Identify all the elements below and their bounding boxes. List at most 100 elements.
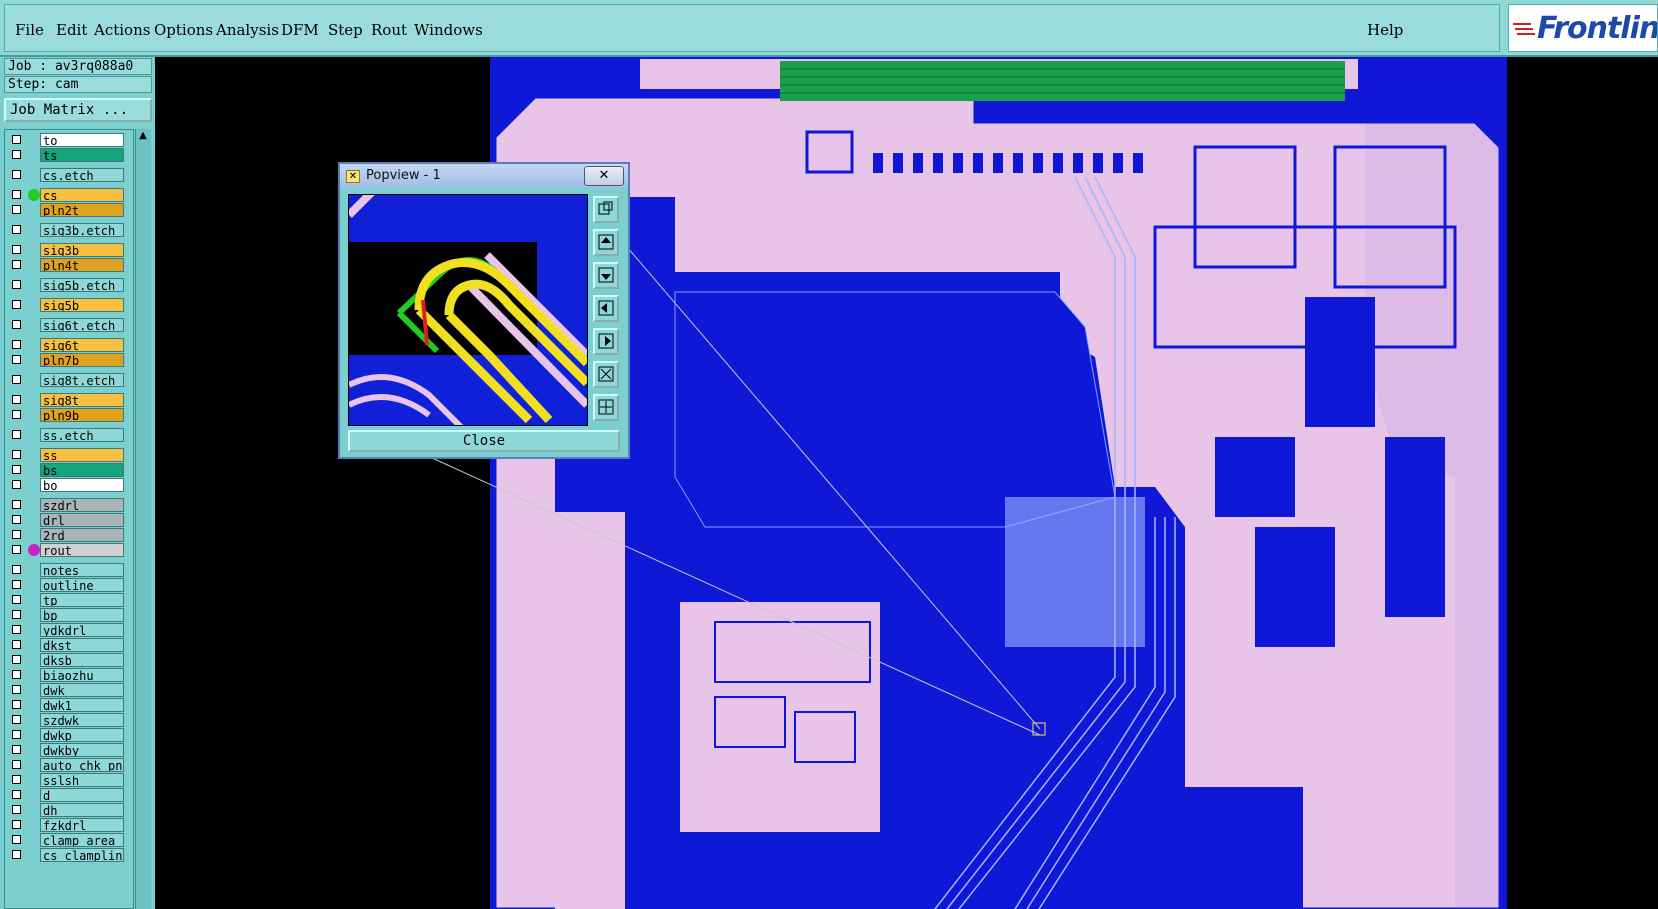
layer-checkbox[interactable] [12, 355, 21, 364]
layer-name[interactable]: ss [40, 448, 124, 462]
layer-checkbox[interactable] [12, 395, 21, 404]
layer-row-sig3b-etch[interactable]: sig3b.etch [8, 223, 128, 237]
layer-name[interactable]: pln7b [40, 353, 124, 367]
layer-name[interactable]: sig6t.etch [40, 318, 124, 332]
layer-name[interactable]: sslsh [40, 773, 124, 787]
menu-analysis[interactable]: Analysis [216, 21, 279, 39]
layer-name[interactable]: dwk [40, 683, 124, 697]
layer-name[interactable]: pln4t [40, 258, 124, 272]
layer-name[interactable]: cs.etch [40, 168, 124, 182]
layer-name[interactable]: sig6t [40, 338, 124, 352]
layer-name[interactable]: rout [40, 543, 124, 557]
layer-row-ss[interactable]: ss [8, 448, 128, 462]
layer-checkbox[interactable] [12, 135, 21, 144]
layer-row-rout[interactable]: rout [8, 543, 128, 557]
layer-name[interactable]: sig3b [40, 243, 124, 257]
layer-row-dwkby[interactable]: dwkby [8, 743, 128, 757]
layer-row-clamp-area[interactable]: clamp_area [8, 833, 128, 847]
layer-checkbox[interactable] [12, 640, 21, 649]
layer-name[interactable]: ss.etch [40, 428, 124, 442]
layer-name[interactable]: dksb [40, 653, 124, 667]
layer-name[interactable]: dwkby [40, 743, 124, 757]
layer-checkbox[interactable] [12, 150, 21, 159]
layer-checkbox[interactable] [12, 580, 21, 589]
popview-titlebar[interactable]: ✕ Popview - 1 ✕ [340, 164, 628, 188]
layer-checkbox[interactable] [12, 790, 21, 799]
layer-row-dksb[interactable]: dksb [8, 653, 128, 667]
layer-name[interactable]: sig5b.etch [40, 278, 124, 292]
layer-row-ts[interactable]: ts [8, 148, 128, 162]
layer-checkbox[interactable] [12, 595, 21, 604]
layer-name[interactable]: outline [40, 578, 124, 592]
layer-checkbox[interactable] [12, 820, 21, 829]
layer-checkbox[interactable] [12, 320, 21, 329]
layer-name[interactable]: sig5b [40, 298, 124, 312]
layer-row-outline[interactable]: outline [8, 578, 128, 592]
close-button[interactable]: Close [348, 430, 620, 452]
layer-row-dwk1[interactable]: dwk1 [8, 698, 128, 712]
pan-down-icon[interactable] [593, 262, 619, 289]
layer-checkbox[interactable] [12, 260, 21, 269]
layer-checkbox[interactable] [12, 670, 21, 679]
layer-name[interactable]: sig8t.etch [40, 373, 124, 387]
layer-row-to[interactable]: to [8, 133, 128, 147]
layer-name[interactable]: biaozhu [40, 668, 124, 682]
layer-name[interactable]: szdrl [40, 498, 124, 512]
layer-name[interactable]: ydkdrl [40, 623, 124, 637]
layer-row-ydkdrl[interactable]: ydkdrl [8, 623, 128, 637]
layer-list-scrollbar[interactable]: ▲ [135, 129, 151, 909]
layer-checkbox[interactable] [12, 655, 21, 664]
layer-row-tp[interactable]: tp [8, 593, 128, 607]
layer-checkbox[interactable] [12, 465, 21, 474]
popview-canvas[interactable] [348, 194, 588, 426]
layer-row-auto-chk-pnl[interactable]: auto_chk_pnl [8, 758, 128, 772]
layer-row-pln2t[interactable]: pln2t [8, 203, 128, 217]
layer-row-szdrl[interactable]: szdrl [8, 498, 128, 512]
layer-name[interactable]: drl [40, 513, 124, 527]
layer-checkbox[interactable] [12, 410, 21, 419]
layer-name[interactable]: sig3b.etch [40, 223, 124, 237]
layer-row-bp[interactable]: bp [8, 608, 128, 622]
layer-row-drl[interactable]: drl [8, 513, 128, 527]
layer-row-notes[interactable]: notes [8, 563, 128, 577]
pan-up-icon[interactable] [593, 229, 619, 256]
layer-row-sig5b-etch[interactable]: sig5b.etch [8, 278, 128, 292]
layer-name[interactable]: dkst [40, 638, 124, 652]
layer-row-bo[interactable]: bo [8, 478, 128, 492]
layer-row-dh[interactable]: dh [8, 803, 128, 817]
layer-row-pln9b[interactable]: pln9b [8, 408, 128, 422]
layer-checkbox[interactable] [12, 835, 21, 844]
layer-row-sig8t-etch[interactable]: sig8t.etch [8, 373, 128, 387]
job-matrix-button[interactable]: Job Matrix ... [4, 98, 152, 122]
layer-row-pln4t[interactable]: pln4t [8, 258, 128, 272]
layer-row-sig8t[interactable]: sig8t [8, 393, 128, 407]
layer-row-sig6t[interactable]: sig6t [8, 338, 128, 352]
zoom-home-icon[interactable] [593, 196, 619, 223]
layer-checkbox[interactable] [12, 190, 21, 199]
layer-name[interactable]: to [40, 133, 124, 147]
layer-checkbox[interactable] [12, 545, 21, 554]
layer-row-biaozhu[interactable]: biaozhu [8, 668, 128, 682]
layer-row-d[interactable]: d [8, 788, 128, 802]
layer-name[interactable]: dwk1 [40, 698, 124, 712]
layer-row-sig3b[interactable]: sig3b [8, 243, 128, 257]
layer-name[interactable]: fzkdrl [40, 818, 124, 832]
menu-dfm[interactable]: DFM [281, 21, 319, 39]
layer-row-dkst[interactable]: dkst [8, 638, 128, 652]
layer-row-ss-etch[interactable]: ss.etch [8, 428, 128, 442]
layer-checkbox[interactable] [12, 225, 21, 234]
layer-checkbox[interactable] [12, 245, 21, 254]
menu-step[interactable]: Step [328, 21, 363, 39]
layer-row-cs-clampline[interactable]: cs_clampline [8, 848, 128, 862]
layer-name[interactable]: auto_chk_pnl [40, 758, 124, 772]
menu-windows[interactable]: Windows [414, 21, 483, 39]
layer-name[interactable]: cs [40, 188, 124, 202]
scroll-up-icon[interactable]: ▲ [136, 129, 150, 143]
layer-row-sig5b[interactable]: sig5b [8, 298, 128, 312]
layer-checkbox[interactable] [12, 205, 21, 214]
zoom-fit-icon[interactable] [593, 361, 619, 388]
layer-name[interactable]: dh [40, 803, 124, 817]
layer-checkbox[interactable] [12, 480, 21, 489]
layer-checkbox[interactable] [12, 430, 21, 439]
layer-name[interactable]: tp [40, 593, 124, 607]
